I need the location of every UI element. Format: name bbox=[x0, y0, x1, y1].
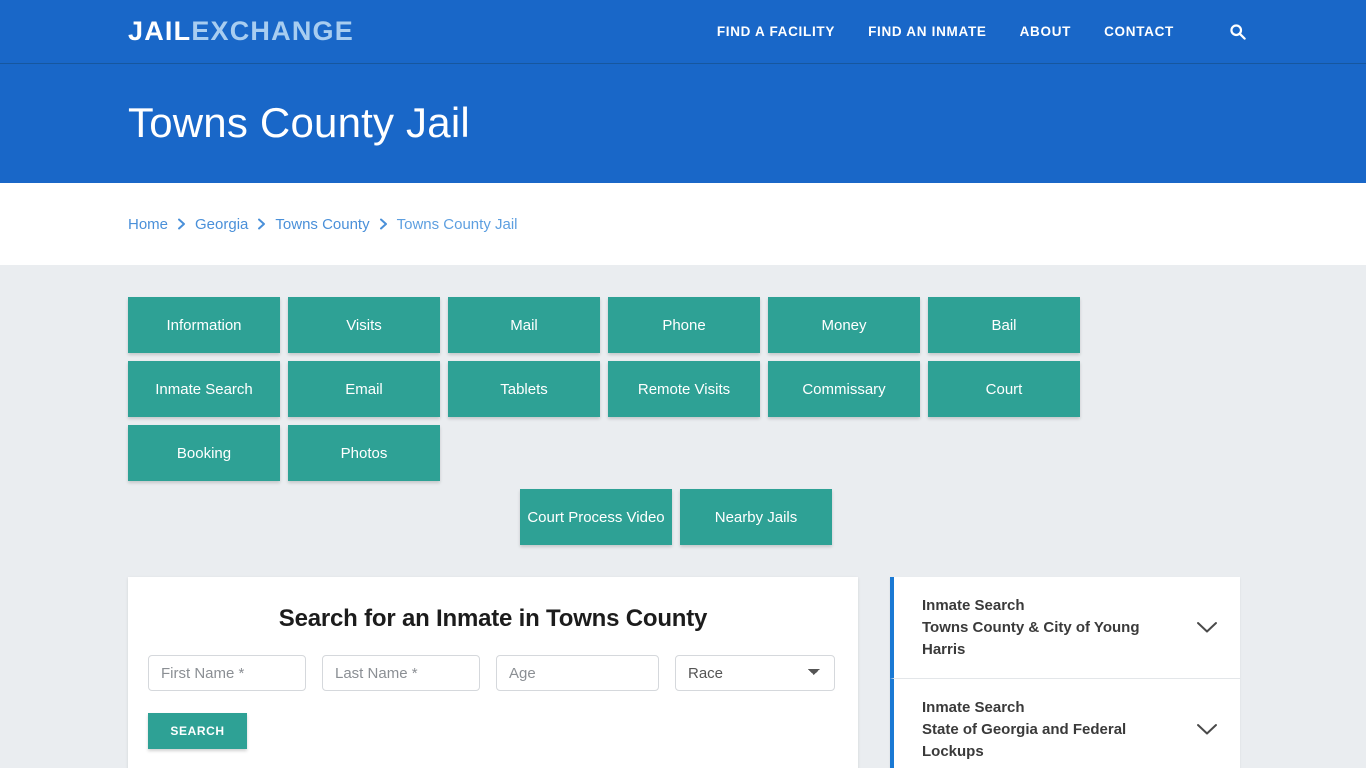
tab-grid-row-3: Court Process Video Nearby Jails bbox=[128, 489, 1224, 545]
tab-button-money[interactable]: Money bbox=[768, 297, 920, 353]
logo-text-jail: JAIL bbox=[128, 16, 192, 46]
accordion-line2: State of Georgia and Federal Lockups bbox=[922, 721, 1127, 760]
tab-button-mail[interactable]: Mail bbox=[448, 297, 600, 353]
accordion-item-inmate-search-state[interactable]: Inmate Search State of Georgia and Feder… bbox=[890, 679, 1240, 768]
nav-item-about[interactable]: ABOUT bbox=[1020, 24, 1072, 39]
breadcrumb-item-towns-county-jail[interactable]: Towns County Jail bbox=[397, 216, 518, 233]
tab-button-court-process-video[interactable]: Court Process Video bbox=[520, 489, 672, 545]
breadcrumb-item-towns-county[interactable]: Towns County bbox=[275, 216, 369, 233]
tab-button-bail[interactable]: Bail bbox=[928, 297, 1080, 353]
tab-button-commissary[interactable]: Commissary bbox=[768, 361, 920, 417]
accordion-item-text: Inmate Search Towns County & City of You… bbox=[922, 595, 1184, 660]
section-tab-grid: Information Visits Mail Phone Money Bail… bbox=[128, 297, 1238, 545]
accordion-item-inmate-search-county[interactable]: Inmate Search Towns County & City of You… bbox=[890, 577, 1240, 680]
last-name-input[interactable] bbox=[322, 655, 480, 691]
tab-button-visits[interactable]: Visits bbox=[288, 297, 440, 353]
tab-button-nearby-jails[interactable]: Nearby Jails bbox=[680, 489, 832, 545]
search-button[interactable]: SEARCH bbox=[148, 713, 247, 749]
main-content: Information Visits Mail Phone Money Bail… bbox=[0, 265, 1366, 768]
sidebar-accordion: Inmate Search Towns County & City of You… bbox=[890, 577, 1240, 768]
tab-button-court[interactable]: Court bbox=[928, 361, 1080, 417]
site-header: JAILEXCHANGE FIND A FACILITY FIND AN INM… bbox=[0, 0, 1366, 64]
main-navigation: FIND A FACILITY FIND AN INMATE ABOUT CON… bbox=[717, 23, 1246, 40]
chevron-right-icon bbox=[257, 218, 266, 230]
tab-button-photos[interactable]: Photos bbox=[288, 425, 440, 481]
main-column: Search for an Inmate in Towns County Rac… bbox=[128, 577, 858, 768]
first-name-input[interactable] bbox=[148, 655, 306, 691]
breadcrumb-item-home[interactable]: Home bbox=[128, 216, 168, 233]
nav-item-contact[interactable]: CONTACT bbox=[1104, 24, 1174, 39]
chevron-down-icon[interactable] bbox=[1196, 723, 1218, 736]
tab-button-email[interactable]: Email bbox=[288, 361, 440, 417]
accordion-line2: Towns County & City of Young Harris bbox=[922, 618, 1140, 658]
lower-area: Search for an Inmate in Towns County Rac… bbox=[128, 577, 1240, 768]
chevron-down-icon[interactable] bbox=[1196, 621, 1218, 634]
page-title: Towns County Jail bbox=[128, 99, 470, 147]
tab-button-phone[interactable]: Phone bbox=[608, 297, 760, 353]
tab-grid-rows-1-2: Information Visits Mail Phone Money Bail… bbox=[128, 297, 1224, 481]
race-select[interactable]: Race bbox=[675, 655, 835, 691]
nav-item-find-a-facility[interactable]: FIND A FACILITY bbox=[717, 24, 835, 39]
nav-item-find-an-inmate[interactable]: FIND AN INMATE bbox=[868, 24, 987, 39]
accordion-line1: Inmate Search bbox=[922, 597, 1025, 614]
site-logo[interactable]: JAILEXCHANGE bbox=[128, 18, 354, 45]
tab-button-remote-visits[interactable]: Remote Visits bbox=[608, 361, 760, 417]
logo-text-exchange: EXCHANGE bbox=[191, 16, 354, 46]
accordion-line1: Inmate Search bbox=[922, 699, 1025, 717]
age-input[interactable] bbox=[496, 655, 659, 691]
breadcrumb-band: Home Georgia Towns County Towns County J… bbox=[0, 183, 1366, 265]
breadcrumb: Home Georgia Towns County Towns County J… bbox=[128, 216, 518, 233]
chevron-right-icon bbox=[177, 218, 186, 230]
inmate-search-card: Search for an Inmate in Towns County Rac… bbox=[128, 577, 858, 768]
accordion-item-text: Inmate Search State of Georgia and Feder… bbox=[922, 697, 1184, 762]
search-icon[interactable] bbox=[1229, 23, 1246, 40]
tab-button-booking[interactable]: Booking bbox=[128, 425, 280, 481]
hero-banner: Towns County Jail bbox=[0, 64, 1366, 183]
tab-button-inmate-search[interactable]: Inmate Search bbox=[128, 361, 280, 417]
breadcrumb-item-georgia[interactable]: Georgia bbox=[195, 216, 248, 233]
chevron-right-icon bbox=[379, 218, 388, 230]
search-card-title: Search for an Inmate in Towns County bbox=[278, 605, 708, 632]
sidebar-column: Inmate Search Towns County & City of You… bbox=[890, 577, 1240, 768]
inmate-search-form: Race bbox=[148, 655, 838, 691]
tab-button-information[interactable]: Information bbox=[128, 297, 280, 353]
tab-button-tablets[interactable]: Tablets bbox=[448, 361, 600, 417]
